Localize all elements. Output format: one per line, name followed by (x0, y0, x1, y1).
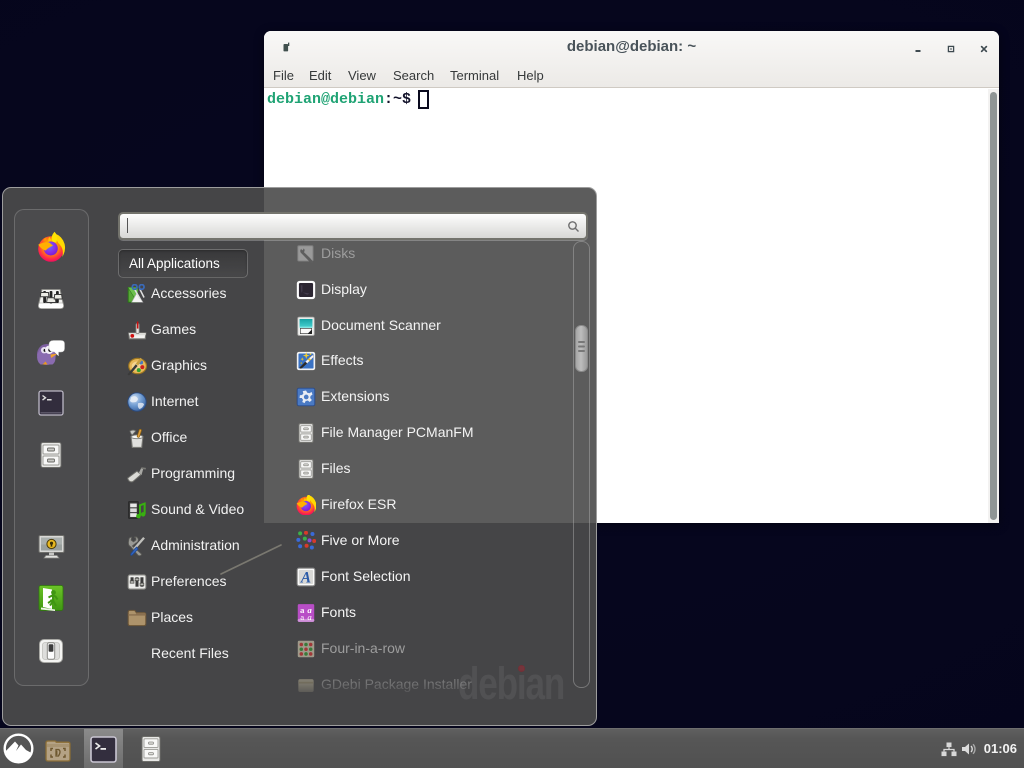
svg-text:a: a (300, 612, 304, 622)
svg-text:A: A (300, 569, 311, 586)
svg-text:a: a (307, 612, 312, 622)
